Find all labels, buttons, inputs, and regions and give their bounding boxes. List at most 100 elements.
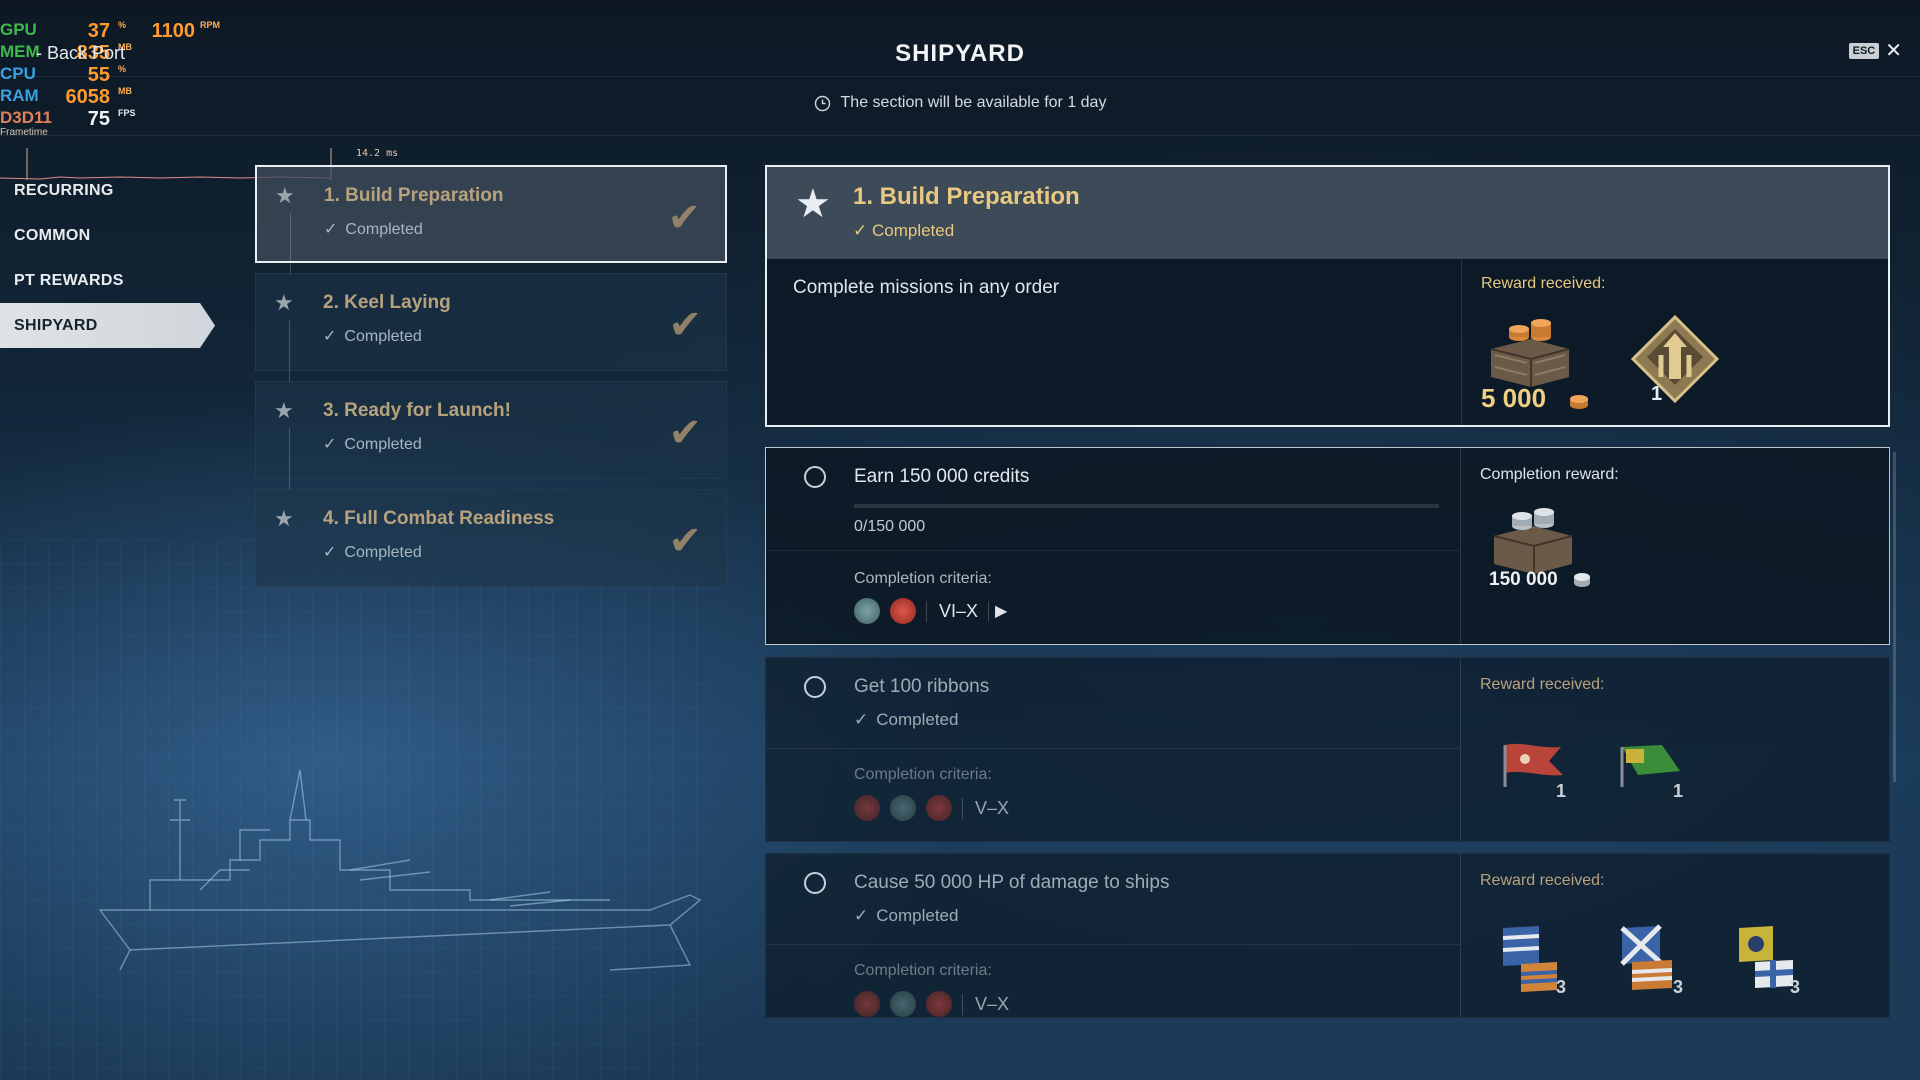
close-icon[interactable]: ✕ [1885, 41, 1902, 61]
nav-item-common[interactable]: COMMON [0, 213, 215, 258]
mission-status: ✓ Completed [854, 710, 958, 730]
stage-title: 4. Full Combat Readiness [323, 508, 555, 529]
mission-radio[interactable] [804, 676, 826, 698]
reward-count: 1 [1673, 781, 1684, 801]
reward-count: 1 [1556, 781, 1567, 801]
reward-label: Reward received: [1480, 872, 1605, 889]
row-divider [766, 748, 1460, 749]
nation-flag-icon [854, 991, 880, 1017]
subheader-divider [0, 135, 1920, 136]
tier-badge-reward[interactable]: 1 [1625, 311, 1725, 411]
stage-status: ✓ Completed [323, 326, 422, 346]
reward-count: 3 [1790, 977, 1801, 997]
mission-status-text: Completed [876, 906, 959, 925]
stage-item-4[interactable]: ★ 4. Full Combat Readiness ✓ Completed ✔ [255, 489, 727, 587]
detail-header: ★ 1. Build Preparation ✓ Completed [767, 167, 1888, 259]
mission-item-3[interactable]: Cause 50 000 HP of damage to ships ✓ Comp… [765, 853, 1890, 1018]
criteria-label: Completion criteria: [854, 766, 992, 783]
column-divider [1461, 259, 1462, 425]
mission-status: ✓ Completed [854, 906, 958, 926]
column-divider [1460, 448, 1461, 644]
detail-status: ✓ Completed [853, 221, 955, 240]
nav-item-shipyard[interactable]: SHIPYARD [0, 303, 215, 348]
mission-radio[interactable] [804, 466, 826, 488]
rpm-unit: RPM [200, 20, 220, 30]
performance-overlay: GPU 37 % 1100 RPM MEM 835 MB CPU 55 % RA… [0, 20, 230, 130]
mission-radio[interactable] [804, 872, 826, 894]
nation-flag-icon [854, 795, 880, 821]
mission-status-text: Completed [876, 710, 959, 729]
row-divider [766, 550, 1460, 551]
missions-scrollbar[interactable] [1893, 452, 1896, 782]
check-icon: ✓ [854, 710, 869, 729]
stage-status: ✓ Completed [323, 542, 422, 562]
nation-flag-icon [854, 598, 880, 624]
stage-status-text: Completed [344, 436, 422, 453]
nav-item-recurring[interactable]: RECURRING [0, 168, 215, 213]
credits-crate-icon [1493, 508, 1573, 574]
stage-status-text: Completed [344, 544, 422, 561]
tier-range: V–X [962, 993, 1009, 1015]
ship-class-icon: ▶ [988, 601, 1007, 621]
reward-count: 3 [1673, 977, 1684, 997]
star-icon: ★ [274, 290, 294, 315]
availability-notice: The section will be available for 1 day [0, 94, 1920, 112]
mission-item-1[interactable]: Earn 150 000 credits 0/150 000 Completio… [765, 447, 1890, 645]
stage-list: ★ 1. Build Preparation ✓ Completed ✔ ★ 2.… [255, 165, 727, 597]
completed-check-icon: ✔ [667, 196, 701, 240]
star-icon: ★ [795, 182, 831, 226]
completed-check-icon: ✔ [668, 519, 702, 563]
close-button[interactable]: ESC ✕ [1848, 41, 1902, 61]
criteria-icons: VI–X ▶ [854, 598, 1007, 624]
check-icon: ✓ [324, 221, 338, 238]
stage-item-1[interactable]: ★ 1. Build Preparation ✓ Completed ✔ [255, 165, 727, 275]
star-icon: ★ [274, 398, 294, 423]
category-nav: RECURRING COMMON PT REWARDS SHIPYARD [0, 168, 215, 348]
reward-label: Reward received: [1481, 275, 1606, 292]
doubloon-icon [1570, 395, 1588, 409]
criteria-icons: V–X [854, 795, 1009, 821]
reward-count: 150 000 [1489, 569, 1558, 590]
criteria-icons: V–X [854, 991, 1009, 1017]
mission-item-2[interactable]: Get 100 ribbons ✓ Completed Completion cr… [765, 657, 1890, 842]
stage-status-text: Completed [344, 328, 422, 345]
stage-title: 1. Build Preparation [324, 185, 504, 206]
detail-title: 1. Build Preparation [853, 183, 1080, 210]
header-divider [0, 76, 1920, 77]
nation-flag-icon [890, 598, 916, 624]
doubloon-crate-icon [1490, 319, 1570, 387]
progress-bar [854, 504, 1439, 508]
check-icon: ✓ [323, 328, 337, 345]
criteria-label: Completion criteria: [854, 570, 992, 587]
nation-flag-icon [926, 991, 952, 1017]
mission-title: Get 100 ribbons [854, 676, 990, 697]
nav-item-pt-rewards[interactable]: PT REWARDS [0, 258, 215, 303]
progress-text: 0/150 000 [854, 518, 926, 535]
star-icon: ★ [275, 183, 295, 208]
detail-description: Complete missions in any order [793, 277, 1060, 298]
reward-count: 5 000 [1481, 383, 1547, 413]
nation-flag-icon [890, 795, 916, 821]
esc-key-label: ESC [1848, 43, 1880, 59]
doubloon-crate-reward[interactable]: 5 000 [1481, 311, 1588, 413]
stage-title: 2. Keel Laying [323, 292, 451, 313]
stage-item-2[interactable]: ★ 2. Keel Laying ✓ Completed ✔ [255, 273, 727, 382]
column-divider [1460, 658, 1461, 841]
tier-range: VI–X [926, 600, 978, 622]
stage-connector [290, 213, 291, 275]
check-icon: ✓ [323, 436, 337, 453]
mission-title: Earn 150 000 credits [854, 466, 1030, 487]
tier-range: V–X [962, 797, 1009, 819]
stage-status: ✓ Completed [323, 434, 422, 454]
stage-item-3[interactable]: ★ 3. Ready for Launch! ✓ Completed ✔ [255, 381, 727, 490]
completed-check-icon: ✔ [668, 303, 702, 347]
tier-badge-icon [1630, 314, 1720, 404]
stage-status: ✓ Completed [324, 219, 423, 239]
stage-title: 3. Ready for Launch! [323, 400, 511, 421]
availability-text: The section will be available for 1 day [840, 94, 1107, 111]
frametime-value: 14.2 ms [356, 148, 399, 159]
ship-blueprint-image [98, 769, 702, 971]
criteria-label: Completion criteria: [854, 962, 992, 979]
stage-connector [289, 428, 290, 490]
clock-icon [814, 95, 830, 111]
